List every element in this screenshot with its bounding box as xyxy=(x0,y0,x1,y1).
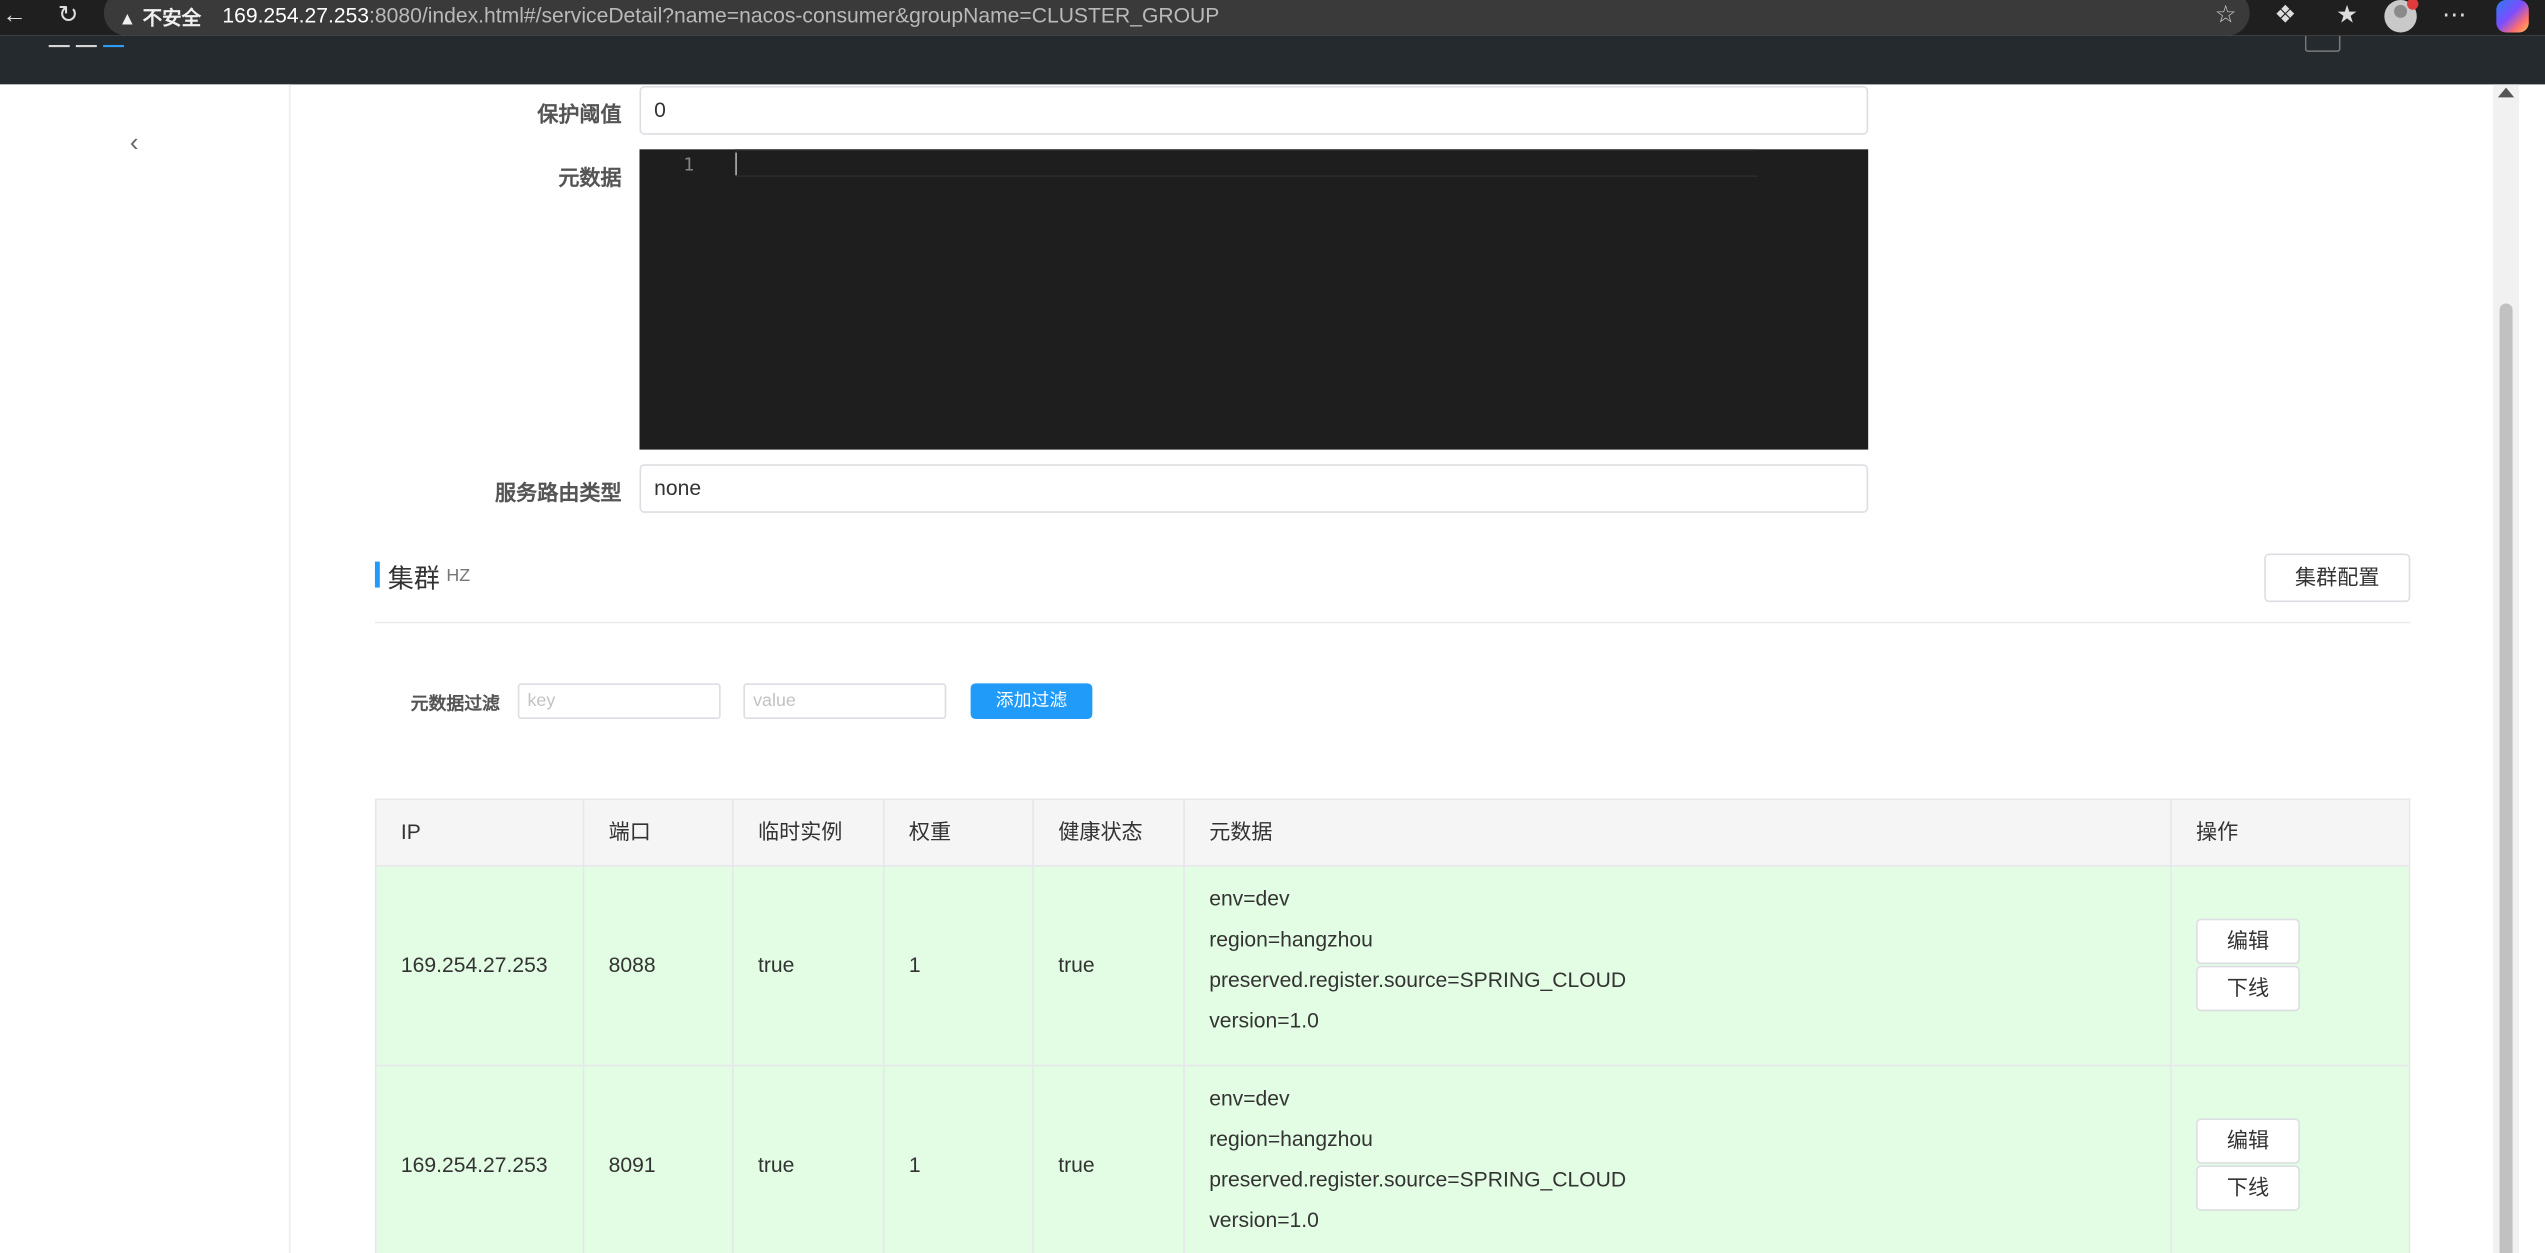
extensions-icon[interactable]: ❖ xyxy=(2269,2,2301,31)
copilot-icon[interactable] xyxy=(2496,0,2529,33)
browser-toolbar: ← ↻ ▲ 不安全 169.254.27.253:8080/index.html#… xyxy=(0,0,2545,36)
section-divider xyxy=(374,621,2411,624)
metadata-entry: env=dev xyxy=(1209,886,1290,911)
editor-caret xyxy=(735,152,737,176)
filter-value-input[interactable]: value xyxy=(743,683,947,720)
edit-button[interactable]: 编辑 xyxy=(2196,1118,2300,1164)
cell-port: 8088 xyxy=(584,866,734,1065)
table-row: 169.254.27.253 8091 true 1 true env=dev … xyxy=(376,1066,2411,1253)
route-type-label: 服务路由类型 xyxy=(495,480,622,505)
header-ip: IP xyxy=(377,800,585,866)
page-scrollbar[interactable] xyxy=(2493,84,2520,1253)
cell-actions: 编辑 下线 xyxy=(2172,1066,2411,1253)
cell-metadata: env=dev region=hangzhou preserved.regist… xyxy=(1185,1066,2172,1253)
section-accent-bar xyxy=(374,561,380,588)
scrollbar-thumb[interactable] xyxy=(2499,303,2513,1253)
cell-ip: 169.254.27.253 xyxy=(377,1066,585,1253)
favorites-icon[interactable]: ★ xyxy=(2331,2,2363,31)
warning-icon: ▲ xyxy=(118,9,137,30)
more-icon[interactable]: ⋯ xyxy=(2438,2,2470,31)
metadata-entry: region=hangzhou xyxy=(1209,926,1373,952)
protect-threshold-label: 保护阈值 xyxy=(537,102,622,127)
metadata-entry: version=1.0 xyxy=(1209,1007,1319,1033)
cluster-title: 集群 xyxy=(387,566,440,595)
header-menu-toggle[interactable] xyxy=(2304,35,2341,52)
editor-current-line xyxy=(735,149,1758,177)
filter-key-input[interactable]: key xyxy=(517,683,721,720)
instances-table: IP 端口 临时实例 权重 健康状态 元数据 操作 169.254.27.253… xyxy=(374,798,2411,1253)
cell-ephemeral: true xyxy=(734,1066,885,1253)
page: ← ↻ ▲ 不安全 169.254.27.253:8080/index.html#… xyxy=(0,0,2545,1253)
cell-healthy: true xyxy=(1034,1066,1185,1253)
cluster-config-button[interactable]: 集群配置 xyxy=(2264,553,2411,603)
back-arrow-icon[interactable]: ← xyxy=(0,2,29,31)
cell-weight: 1 xyxy=(885,866,1034,1065)
header-actions: 操作 xyxy=(2196,819,2239,845)
refresh-icon[interactable]: ↻ xyxy=(54,2,83,31)
cell-ip: 169.254.27.253 xyxy=(377,866,585,1065)
header-metadata: 元数据 xyxy=(1185,800,2172,866)
header-port: 端口 xyxy=(584,800,734,866)
favorite-star-icon[interactable]: ☆ xyxy=(2215,0,2237,30)
cell-actions: 编辑 下线 xyxy=(2172,867,2411,1065)
metadata-entry: region=hangzhou xyxy=(1209,1126,1373,1151)
logo: ─── xyxy=(48,29,131,62)
table-header: IP 端口 临时实例 权重 健康状态 元数据 操作 xyxy=(376,800,2409,867)
header-health: 健康状态 xyxy=(1034,800,1185,866)
edit-button[interactable]: 编辑 xyxy=(2196,918,2300,965)
scroll-up-icon[interactable] xyxy=(2497,87,2515,98)
collapse-sidebar-icon[interactable]: ‹ xyxy=(130,130,139,159)
add-filter-button[interactable]: 添加过滤 xyxy=(970,683,1093,720)
header-ephemeral: 临时实例 xyxy=(734,800,885,866)
cell-weight: 1 xyxy=(885,1066,1034,1253)
offline-button[interactable]: 下线 xyxy=(2196,1165,2300,1211)
protect-threshold-input[interactable]: 0 xyxy=(639,86,1869,135)
cell-metadata: env=dev region=hangzhou preserved.regist… xyxy=(1185,866,2172,1065)
offline-button[interactable]: 下线 xyxy=(2196,965,2300,1012)
app-header: ─── xyxy=(0,29,2545,85)
editor-line-number: 1 xyxy=(683,154,695,176)
cluster-name: HZ xyxy=(446,566,471,586)
metadata-editor[interactable]: 1 xyxy=(639,149,1869,450)
metadata-entry: preserved.register.source=SPRING_CLOUD xyxy=(1209,967,1627,992)
route-type-input[interactable]: none xyxy=(639,464,1869,513)
cell-ephemeral: true xyxy=(734,866,885,1065)
cell-port: 8091 xyxy=(584,1066,734,1253)
cell-healthy: true xyxy=(1034,866,1185,1065)
header-weight: 权重 xyxy=(885,800,1034,866)
profile-icon[interactable] xyxy=(2384,0,2419,33)
metadata-entry: version=1.0 xyxy=(1209,1207,1319,1232)
address-bar[interactable]: ▲ 不安全 169.254.27.253:8080/index.html#/ser… xyxy=(103,0,2250,36)
sidebar: ‹ xyxy=(0,84,291,1253)
notification-dot xyxy=(2407,0,2419,10)
metadata-filter-label: 元数据过滤 xyxy=(410,694,500,715)
security-indicator[interactable]: ▲ 不安全 xyxy=(118,3,201,31)
metadata-entry: preserved.register.source=SPRING_CLOUD xyxy=(1209,1167,1627,1192)
metadata-label: 元数据 xyxy=(558,165,622,190)
metadata-entry: env=dev xyxy=(1209,1085,1290,1111)
table-row: 169.254.27.253 8088 true 1 true env=dev … xyxy=(376,866,2411,1067)
url-text[interactable]: 169.254.27.253:8080/index.html#/serviceD… xyxy=(222,3,1219,27)
